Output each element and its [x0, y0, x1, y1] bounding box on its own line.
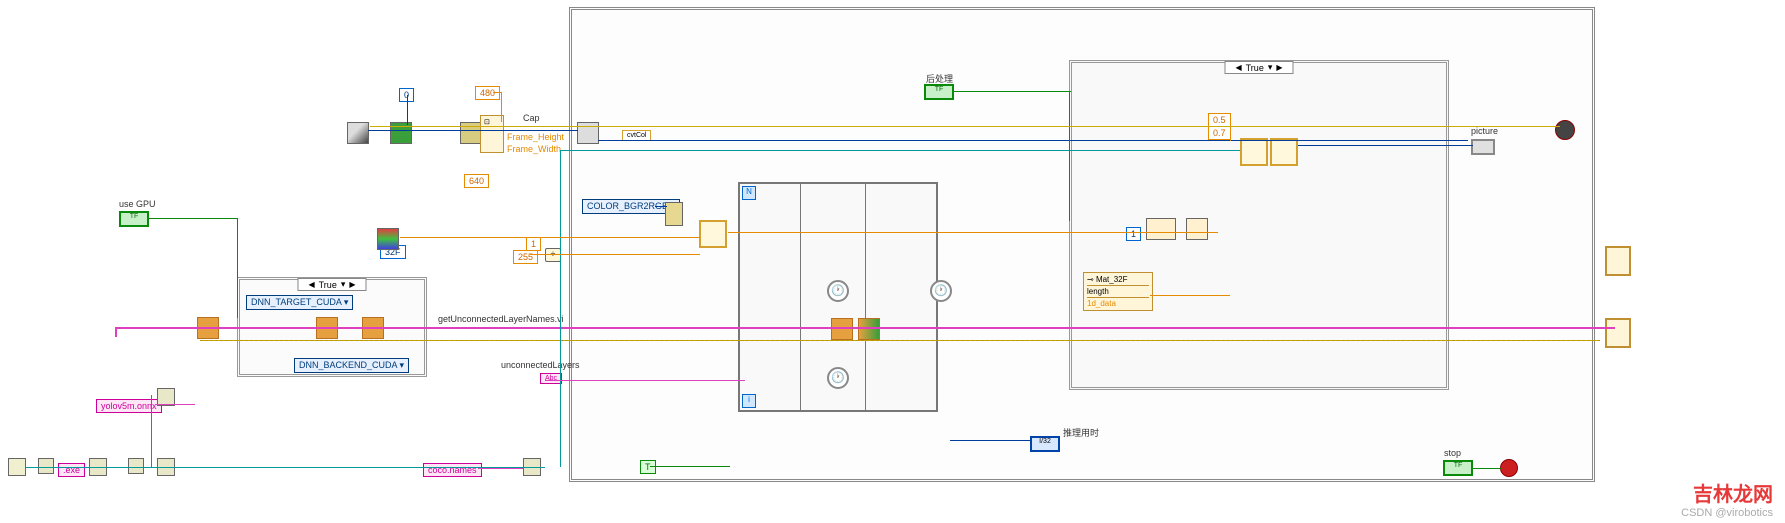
wire-unconn [545, 380, 745, 381]
wire-blob [400, 237, 700, 238]
build-path-vi-1 [38, 458, 54, 474]
string-exe[interactable]: .exe [58, 463, 85, 477]
wire-05 [1230, 119, 1231, 141]
wire-stop [1472, 468, 1502, 469]
case-prev-icon[interactable]: ◀ [1235, 63, 1241, 72]
constant-0.5[interactable]: 0.5 [1208, 113, 1231, 127]
constant-i1[interactable]: 1 [1126, 227, 1141, 241]
case-selector-inner[interactable]: ◀ True ▾ ▶ [1224, 61, 1293, 74]
enum-dnn-target[interactable]: DNN_TARGET_CUDA ▾ [246, 295, 353, 310]
wire-path-h2 [560, 150, 1240, 151]
loop-condition-terminal[interactable] [1500, 459, 1518, 477]
wire-true-const [650, 466, 730, 467]
stacked-frame-divider [865, 182, 866, 412]
wire-480 [493, 92, 501, 93]
dropdown-icon[interactable]: ▾ [1268, 62, 1273, 73]
wire-gpu-bool [148, 218, 238, 219]
wire-path-v1 [151, 395, 152, 467]
label-infer-time: 推理用时 [1063, 426, 1099, 439]
terminal-picture[interactable] [1471, 139, 1495, 155]
unbundle-by-name[interactable]: ⊸ Mat_32F length 1d_data [1083, 272, 1153, 311]
build-array-vi [665, 202, 683, 226]
wire-dnn-net-v [115, 327, 117, 337]
error-out-cluster[interactable] [1605, 246, 1631, 276]
wire-error [200, 340, 1600, 341]
loop-i-terminal: i [742, 394, 756, 408]
image-display-vi [377, 228, 399, 250]
case-next-icon[interactable]: ▶ [349, 280, 355, 289]
wire-cam-ref-yellow [370, 126, 1560, 127]
watermark-main: 吉林龙网 [1681, 478, 1773, 507]
wire-image [598, 140, 1468, 141]
label-use-gpu: use GPU [119, 199, 156, 209]
wire-640-h [655, 206, 667, 207]
tick-count-vi-1: 🕐 [827, 280, 849, 302]
subvi-abc: Abc [540, 373, 562, 384]
case-selector-gpu[interactable]: ◀ True ▾ ▶ [297, 278, 366, 291]
divide-vi: ÷ [545, 248, 561, 262]
label-cap: Cap [523, 113, 540, 123]
constant-640[interactable]: 640 [464, 174, 489, 188]
reshape-vi [1146, 218, 1176, 240]
label-get-layers: getUnconnectedLayerNames.vi [438, 314, 564, 324]
blob-from-image-vi [699, 220, 727, 248]
camera-close-vi [1555, 120, 1575, 140]
label-frame-height: Frame_Height [507, 132, 564, 142]
wire-postproc-bool-v [1069, 91, 1070, 221]
net-forward-vi [858, 318, 880, 340]
wire-480-v [501, 92, 502, 122]
wire-i32-out [950, 440, 1030, 441]
tick-count-vi-3: 🕐 [930, 280, 952, 302]
wire-path-up [560, 150, 561, 467]
constant-0.7[interactable]: 0.7 [1208, 126, 1231, 140]
stacked-frame-divider [800, 182, 801, 412]
label-frame-width: Frame_Width [507, 144, 561, 154]
case-prev-icon[interactable]: ◀ [308, 280, 314, 289]
wire-cam-ref [368, 130, 578, 131]
label-picture: picture [1471, 126, 1498, 136]
constant-480[interactable]: 480 [475, 86, 500, 100]
wire-zero [407, 95, 408, 125]
build-path-vi-2 [128, 458, 144, 474]
loop-n-terminal[interactable]: N [742, 186, 756, 200]
string-coco-names[interactable]: coco.names [423, 463, 482, 477]
constant-255[interactable]: 255 [513, 250, 538, 264]
camera-open-vi [347, 122, 369, 144]
wire-array-out [728, 232, 1218, 233]
wire-postproc-bool [953, 91, 1071, 92]
wire-255 [530, 254, 700, 255]
app-dir-vi [8, 458, 26, 476]
case-label: True [1246, 63, 1264, 73]
wire-path [25, 467, 545, 468]
wire-names-str [478, 468, 523, 469]
error-out-cluster-2[interactable] [1605, 318, 1631, 348]
wire-model-str [155, 404, 195, 405]
wire-data1d [1150, 295, 1230, 296]
wire-gpu-bool-v [237, 218, 238, 318]
wire-dnn-net [115, 327, 1615, 329]
terminal-postproc[interactable]: TF [924, 84, 954, 100]
nms-vi [1240, 138, 1268, 166]
terminal-stop[interactable]: TF [1443, 460, 1473, 476]
case-next-icon[interactable]: ▶ [1276, 63, 1282, 72]
case-label: True [319, 280, 337, 290]
tick-count-vi-2: 🕐 [827, 367, 849, 389]
constant-true[interactable]: T [640, 460, 656, 474]
label-unconn-layers: unconnectedLayers [501, 360, 580, 370]
draw-boxes-vi [1270, 138, 1298, 166]
dropdown-icon[interactable]: ▾ [341, 279, 346, 290]
net-set-input-vi [831, 318, 853, 340]
watermark-sub: CSDN @virobotics [1681, 507, 1773, 519]
array-subset-vi [1186, 218, 1208, 240]
enum-dnn-backend[interactable]: DNN_BACKEND_CUDA ▾ [294, 358, 409, 373]
constant-1[interactable]: 1 [526, 237, 541, 251]
label-stop: stop [1444, 448, 1461, 458]
wire-picture-out [1298, 145, 1473, 146]
terminal-use-gpu[interactable]: TF [119, 211, 149, 227]
terminal-infer-time[interactable]: I/32 [1030, 436, 1060, 452]
watermark: 吉林龙网 CSDN @virobotics [1681, 478, 1773, 519]
